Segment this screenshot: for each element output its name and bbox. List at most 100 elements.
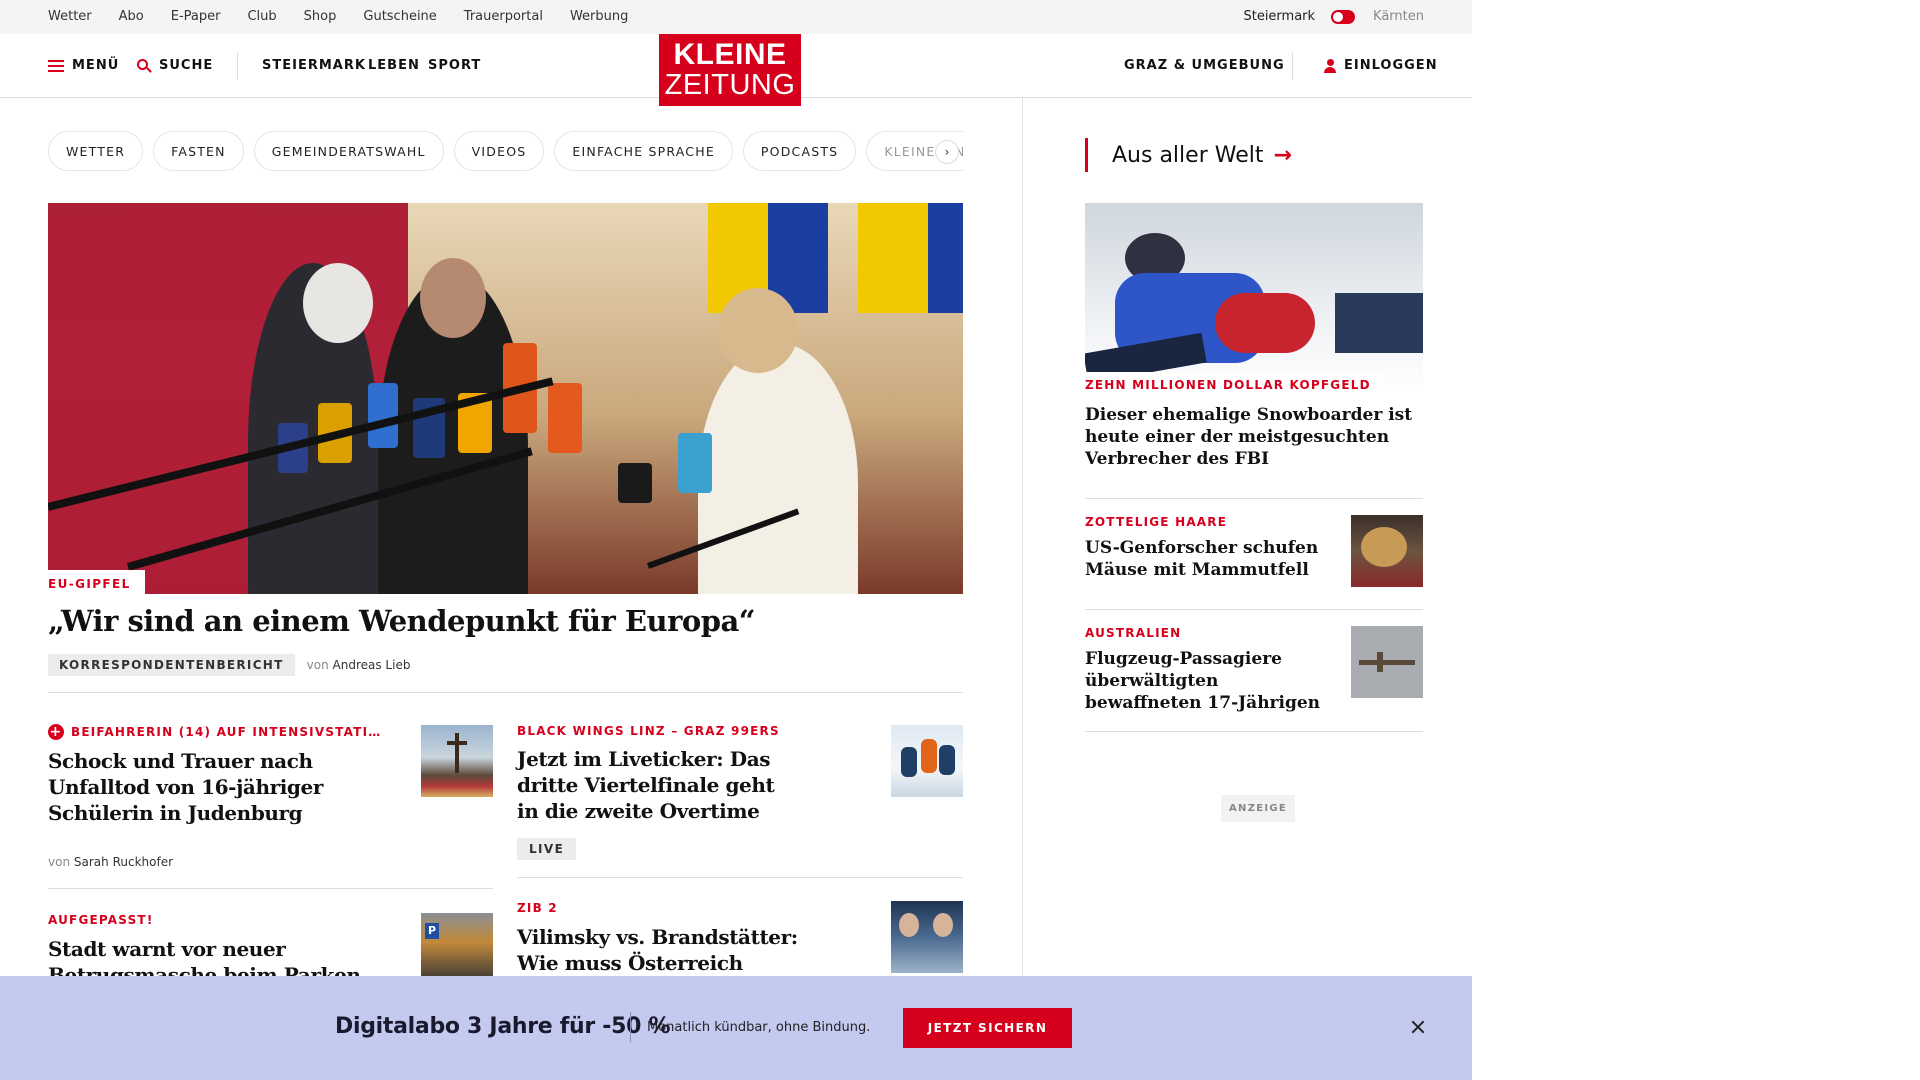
article-thumbnail[interactable]: [421, 725, 493, 797]
hero-meta: KORRESPONDENTENBERICHT von Andreas Lieb: [48, 654, 410, 676]
article-kicker: AUFGEPASST!: [48, 913, 154, 927]
chevron-right-icon: ›: [944, 145, 950, 159]
util-link-abo[interactable]: Abo: [119, 9, 144, 24]
divider: [517, 877, 963, 878]
flag-blue-2: [928, 203, 963, 313]
sidebar-kicker-box: ZEHN MILLIONEN DOLLAR KOPFGELD: [1085, 372, 1383, 394]
jetzt-sichern-button[interactable]: JETZT SICHERN: [903, 1008, 1072, 1048]
column-divider: [1022, 98, 1023, 978]
article-kicker: BLACK WINGS LINZ – GRAZ 99ERS: [517, 724, 780, 738]
section-heading-text: Aus aller Welt: [1112, 142, 1264, 168]
news-page: Wetter Abo E-Paper Club Shop Gutscheine …: [0, 0, 1472, 1080]
title-line: Verbrecher des FBI: [1085, 449, 1270, 469]
chip-fasten[interactable]: FASTEN: [153, 131, 244, 171]
chip-podcasts[interactable]: PODCASTS: [742, 131, 857, 171]
article-title[interactable]: Schock und Trauer nach Unfalltod von 16-…: [48, 748, 323, 826]
banner-promo: Digitalabo 3 Jahre für -50 %: [335, 1014, 671, 1039]
title-line: in die zweite Overtime: [517, 799, 760, 823]
article-thumbnail[interactable]: [891, 725, 963, 797]
nav-leben[interactable]: LEBEN: [368, 58, 420, 73]
sidebar-article-title[interactable]: Flugzeug-Passagiere überwältigten bewaff…: [1085, 648, 1320, 714]
article-author[interactable]: Sarah Ruckhofer: [74, 855, 173, 869]
chip-gemeinderatswahl[interactable]: GEMEINDERATSWAHL: [253, 131, 444, 171]
nav-steiermark[interactable]: STEIERMARK: [262, 58, 366, 73]
main-header: MENÜ SUCHE STEIERMARK LEBEN SPORT KLEINE…: [0, 34, 1472, 106]
chip-einfache-sprache[interactable]: EINFACHE SPRACHE: [554, 131, 733, 171]
title-line: Vilimsky vs. Brandstätter:: [517, 925, 798, 949]
header-divider: [237, 52, 238, 80]
title-line: Stadt warnt vor neuer: [48, 937, 286, 961]
sidebar-lead-image[interactable]: [1085, 203, 1423, 393]
utility-bar: Wetter Abo E-Paper Club Shop Gutscheine …: [0, 0, 1472, 34]
arrow-right-icon: →: [1273, 142, 1292, 168]
divider: [1085, 731, 1423, 732]
logo-line2: ZEITUNG: [664, 69, 796, 101]
sidebar-kicker: AUSTRALIEN: [1085, 626, 1182, 640]
util-link-gutscheine[interactable]: Gutscheine: [363, 9, 436, 24]
article-kicker-text: BEIFAHRERIN (14) AUF INTENSIVSTATI…: [71, 725, 382, 739]
sidebar-article-title[interactable]: US-Genforscher schufen Mäuse mit Mammutf…: [1085, 537, 1318, 581]
divider: [1085, 609, 1423, 610]
topic-chips: WETTER FASTEN GEMEINDERATSWAHL VIDEOS EI…: [48, 131, 963, 171]
util-link-wetter[interactable]: Wetter: [48, 9, 92, 24]
article-kicker: ZIB 2: [517, 901, 558, 915]
logo-line1: KLEINE: [673, 38, 787, 71]
search-label: SUCHE: [159, 58, 214, 73]
title-line: Wie muss Österreich: [517, 951, 743, 975]
kleine-zeitung-logo[interactable]: KLEINE ZEITUNG: [659, 34, 801, 106]
region-toggle[interactable]: [1331, 9, 1356, 24]
article-title[interactable]: Vilimsky vs. Brandstätter: Wie muss Öste…: [517, 924, 798, 976]
section-heading-aus-aller-welt[interactable]: Aus aller Welt →: [1085, 138, 1292, 172]
banner-divider: [630, 1012, 631, 1042]
chips-next-button[interactable]: ›: [935, 140, 959, 164]
subscription-banner: Digitalabo 3 Jahre für -50 % Monatlich k…: [0, 976, 1472, 1080]
util-link-trauerportal[interactable]: Trauerportal: [464, 9, 543, 24]
sidebar-article-title[interactable]: Dieser ehemalige Snowboarder ist heute e…: [1085, 404, 1412, 470]
hero-author[interactable]: Andreas Lieb: [333, 658, 411, 672]
user-icon: [1324, 58, 1336, 73]
sidebar-thumbnail[interactable]: [1351, 515, 1423, 587]
chip-videos[interactable]: VIDEOS: [453, 131, 545, 171]
sidebar-thumbnail[interactable]: [1351, 626, 1423, 698]
toggle-knob: [1333, 11, 1344, 22]
hero-image[interactable]: EU-GIPFEL: [48, 203, 963, 594]
title-line: Flugzeug-Passagiere: [1085, 649, 1282, 669]
menu-label: MENÜ: [72, 58, 120, 73]
title-line: Schülerin in Judenburg: [48, 801, 303, 825]
article-thumbnail[interactable]: [891, 901, 963, 973]
head-right: [718, 288, 798, 373]
search-button[interactable]: SUCHE: [137, 58, 213, 73]
region-steiermark[interactable]: Steiermark: [1243, 9, 1315, 24]
region-link-graz[interactable]: GRAZ & UMGEBUNG: [1124, 58, 1285, 73]
header-divider-right: [1292, 52, 1293, 80]
util-link-shop[interactable]: Shop: [304, 9, 337, 24]
util-link-epaper[interactable]: E-Paper: [171, 9, 221, 24]
article-title[interactable]: Jetzt im Liveticker: Das dritte Viertelf…: [517, 746, 775, 824]
region-switch: Steiermark Kärnten: [1243, 9, 1424, 24]
title-line: Mäuse mit Mammutfell: [1085, 560, 1309, 580]
article-byline: von Sarah Ruckhofer: [48, 855, 173, 869]
title-line: Schock und Trauer nach: [48, 749, 313, 773]
login-label: EINLOGGEN: [1344, 58, 1438, 73]
hamburger-icon: [48, 59, 64, 72]
von-label: von: [306, 658, 329, 672]
article-thumbnail[interactable]: P: [421, 913, 493, 985]
hero-title[interactable]: „Wir sind an einem Wendepunkt für Europa…: [48, 604, 756, 638]
chip-wetter[interactable]: WETTER: [48, 131, 144, 171]
head-center: [420, 258, 486, 338]
divider: [48, 692, 963, 693]
util-link-werbung[interactable]: Werbung: [570, 9, 628, 24]
divider: [1085, 498, 1423, 499]
login-button[interactable]: EINLOGGEN: [1324, 58, 1438, 73]
title-line: heute einer der meistgesuchten: [1085, 427, 1390, 447]
live-badge: LIVE: [517, 838, 577, 860]
report-badge: KORRESPONDENTENBERICHT: [48, 654, 295, 676]
microphones: [278, 343, 718, 503]
region-kaernten[interactable]: Kärnten: [1373, 9, 1424, 24]
menu-button[interactable]: MENÜ: [48, 58, 119, 73]
nav-sport[interactable]: SPORT: [428, 58, 481, 73]
close-icon[interactable]: [1408, 1016, 1430, 1038]
title-line: US-Genforscher schufen: [1085, 538, 1319, 558]
search-icon: [137, 58, 152, 73]
util-link-club[interactable]: Club: [247, 9, 276, 24]
